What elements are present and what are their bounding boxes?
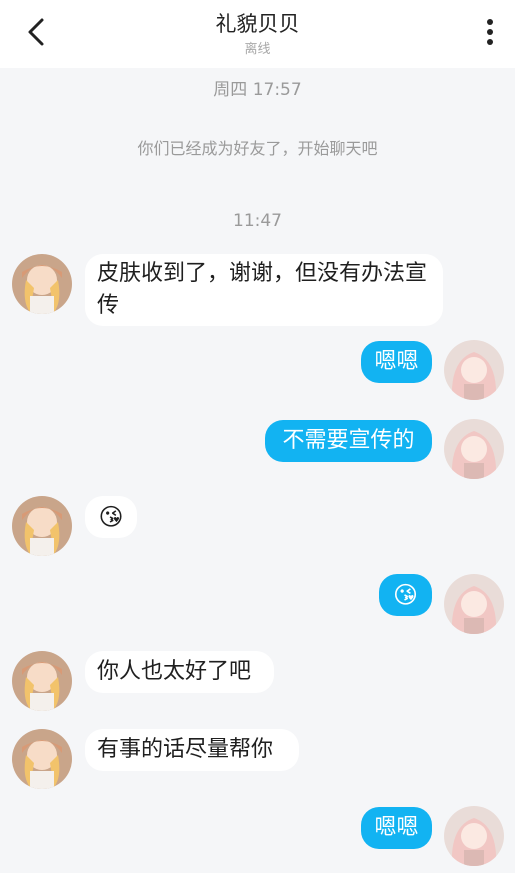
more-options-icon[interactable]	[475, 14, 505, 50]
message-bubble-outgoing[interactable]: 嗯嗯	[361, 341, 432, 383]
contact-avatar[interactable]	[12, 651, 72, 711]
avatar-illustration	[444, 340, 504, 400]
message-bubble-incoming[interactable]: 😘	[85, 496, 137, 538]
my-avatar[interactable]	[444, 574, 504, 634]
message-bubble-outgoing[interactable]: 😘	[379, 574, 432, 616]
avatar-illustration	[12, 651, 72, 711]
message-bubble-incoming[interactable]: 有事的话尽量帮你	[85, 729, 299, 771]
contact-status: 离线	[244, 42, 271, 57]
message-bubble-incoming[interactable]: 皮肤收到了，谢谢，但没有办法宣传	[85, 254, 443, 326]
my-avatar[interactable]	[444, 806, 504, 866]
message-bubble-outgoing[interactable]: 嗯嗯	[361, 807, 432, 849]
timestamp-divider: 周四 17:57	[213, 80, 302, 100]
avatar-illustration	[12, 496, 72, 556]
contact-avatar[interactable]	[12, 729, 72, 789]
avatar-illustration	[444, 419, 504, 479]
avatar-illustration	[444, 574, 504, 634]
contact-name: 礼貌贝贝	[215, 12, 300, 36]
timestamp-divider: 11:47	[233, 211, 282, 231]
message-bubble-incoming[interactable]: 你人也太好了吧	[85, 651, 274, 693]
contact-avatar[interactable]	[12, 254, 72, 314]
avatar-illustration	[12, 729, 72, 789]
chat-header: 礼貌贝贝 离线	[0, 0, 515, 68]
avatar-illustration	[444, 806, 504, 866]
avatar-illustration	[12, 254, 72, 314]
my-avatar[interactable]	[444, 340, 504, 400]
friend-added-notice: 你们已经成为好友了，开始聊天吧	[137, 139, 378, 158]
contact-avatar[interactable]	[12, 496, 72, 556]
my-avatar[interactable]	[444, 419, 504, 479]
message-bubble-outgoing[interactable]: 不需要宣传的	[265, 420, 432, 462]
